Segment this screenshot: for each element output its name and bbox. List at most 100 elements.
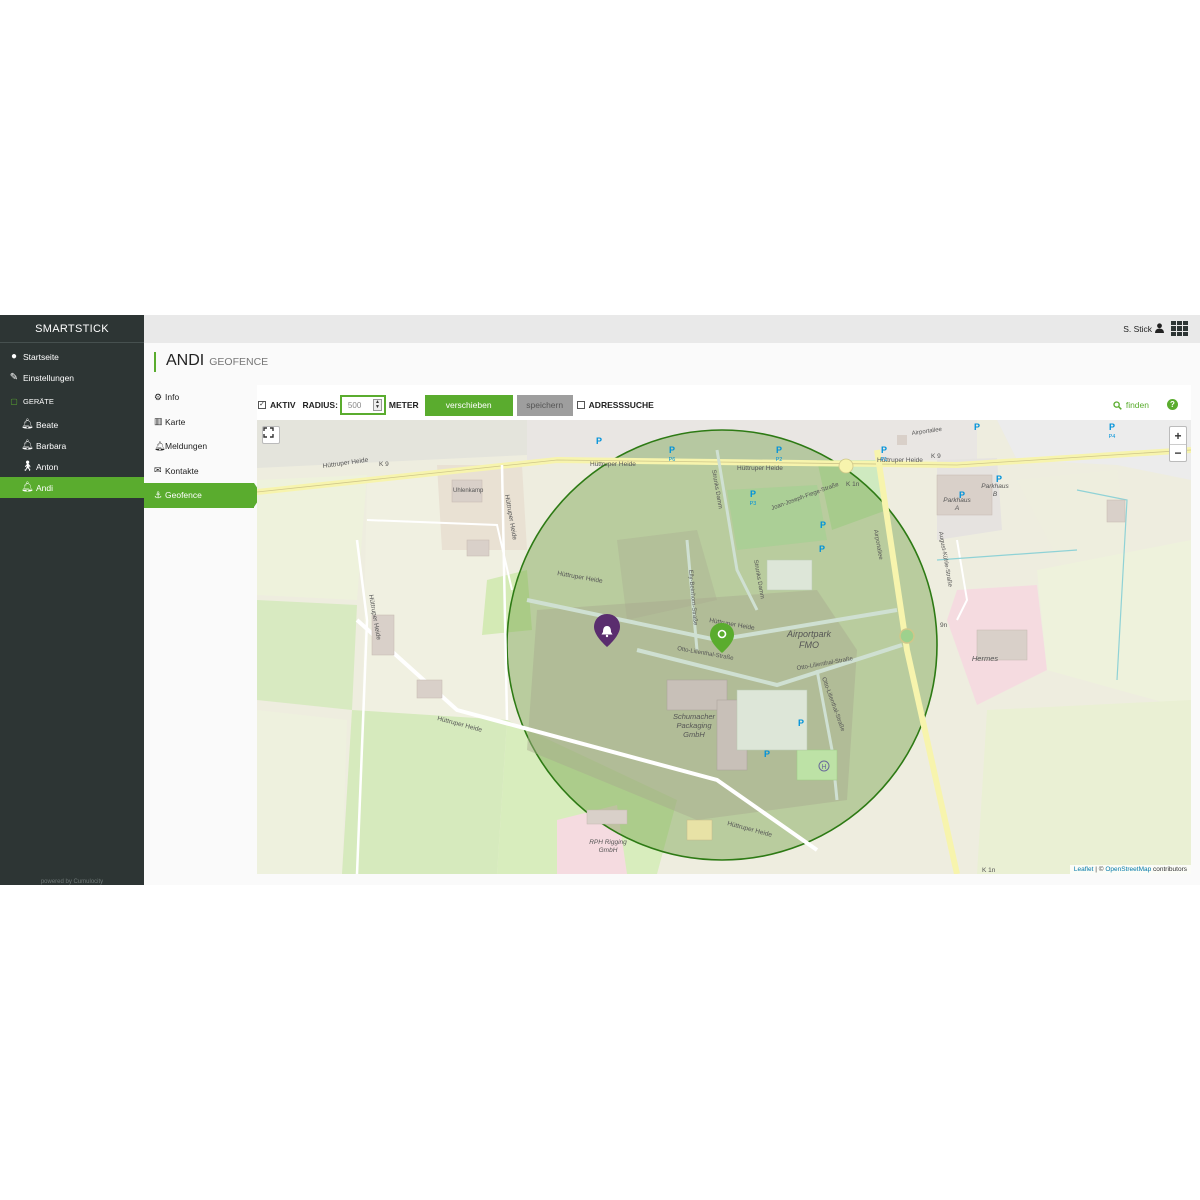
map-label: 9n xyxy=(940,622,948,629)
map-label: P2 xyxy=(776,457,783,463)
bell-icon: 🔔︎ xyxy=(154,440,166,451)
parking-icon: P xyxy=(669,445,675,455)
zoom-in-button[interactable]: + xyxy=(1170,427,1186,444)
sidebar-item-andi[interactable]: 🔔︎ Andi xyxy=(0,477,152,498)
attribution-separator: | © xyxy=(1093,866,1106,873)
tab-label: Kontakte xyxy=(165,465,199,476)
map-label: GmbH xyxy=(599,847,618,854)
tab-karte[interactable]: ▥ Karte xyxy=(144,410,254,435)
sidebar-item-barbara[interactable]: 🔔︎ Barbara xyxy=(0,435,144,456)
parking-icon: P xyxy=(974,422,980,432)
leaflet-link[interactable]: Leaflet xyxy=(1074,866,1094,873)
find-link[interactable]: finden xyxy=(1113,400,1149,410)
map-label: Packaging xyxy=(676,721,712,730)
radius-label: RADIUS: xyxy=(302,400,338,410)
envelope-icon: ✉ xyxy=(154,465,162,476)
parking-icon: P xyxy=(819,544,825,554)
tab-meldungen[interactable]: 🔔︎ Meldungen xyxy=(144,434,254,459)
parking-icon: P xyxy=(764,749,770,759)
map-label: Hüttruper Heide xyxy=(737,465,783,472)
tab-label: Meldungen xyxy=(165,441,208,452)
map-label: K 9 xyxy=(931,453,941,460)
helipad-icon: H xyxy=(821,764,826,771)
zoom-out-button[interactable]: − xyxy=(1170,444,1186,461)
fullscreen-icon[interactable] xyxy=(262,426,280,444)
app-window: SMARTSTICK ● Startseite ✎ Einstellungen … xyxy=(0,315,1200,885)
active-label: AKTIV xyxy=(270,400,296,410)
parking-icon: P xyxy=(996,474,1002,484)
anchor-icon: ⚓︎ xyxy=(154,489,163,500)
sidebar-item-startseite[interactable]: ● Startseite xyxy=(0,346,144,367)
active-checkbox[interactable]: ✓ xyxy=(258,401,266,409)
sidebar-item-einstellungen[interactable]: ✎ Einstellungen xyxy=(0,367,144,388)
tab-kontakte[interactable]: ✉ Kontakte xyxy=(144,459,254,484)
map-label: K 1n xyxy=(982,867,996,874)
map-label: P4 xyxy=(1109,434,1116,440)
map-label: FMO xyxy=(799,640,819,650)
parking-icon: P xyxy=(820,520,826,530)
sidebar-section-geraete[interactable]: ▢ GERÄTE xyxy=(0,388,144,414)
osm-link[interactable]: OpenStreetMap xyxy=(1105,866,1151,873)
page-title-device: ANDI xyxy=(166,352,205,369)
map-label: K 9 xyxy=(379,461,389,468)
zoom-control: + − xyxy=(1169,426,1187,462)
map-label: RPH Rigging xyxy=(589,839,627,846)
map-label: Hermes xyxy=(972,654,999,663)
parking-icon: P xyxy=(596,436,602,446)
page-title: ANDI GEOFENCE xyxy=(154,352,268,372)
map-label: Parkhaus xyxy=(981,483,1009,490)
sidebar-item-label: Andi xyxy=(36,482,54,493)
square-icon: ▢ xyxy=(10,396,18,406)
find-label: finden xyxy=(1125,400,1149,410)
sidebar: SMARTSTICK ● Startseite ✎ Einstellungen … xyxy=(0,315,152,885)
address-search-label: ADRESSSUCHE xyxy=(588,400,654,410)
top-bar: S. Stick xyxy=(144,315,1200,343)
map-attribution: Leaflet | © OpenStreetMap contributors xyxy=(1069,865,1191,874)
bell-icon: 🔔︎ xyxy=(21,482,34,493)
tab-info[interactable]: ⚙ Info xyxy=(144,385,254,410)
main-content: ANDI GEOFENCE ⚙ Info ▥ Karte 🔔︎ Meldunge… xyxy=(144,343,1200,885)
help-icon[interactable]: ? xyxy=(1167,399,1178,410)
map-label: P3 xyxy=(750,501,757,507)
radius-spinner[interactable]: ▲ ▼ xyxy=(372,399,382,411)
tab-label: Info xyxy=(165,392,180,403)
app-grid-icon[interactable] xyxy=(1171,321,1188,336)
parking-icon: P xyxy=(1109,422,1115,432)
globe-icon: ● xyxy=(10,351,18,362)
map-label: Airportpark xyxy=(786,629,832,639)
map-label: B xyxy=(993,491,998,498)
move-button[interactable]: verschieben xyxy=(424,394,513,416)
parking-icon: P xyxy=(798,718,804,728)
sidebar-item-anton[interactable]: 🚶︎ Anton xyxy=(0,456,144,477)
page-subtitle: GEOFENCE xyxy=(209,356,269,368)
unit-label: METER xyxy=(388,400,419,410)
sidebar-item-beate[interactable]: 🔔︎ Beate xyxy=(0,414,144,435)
parking-icon: P xyxy=(881,445,887,455)
address-search-checkbox[interactable] xyxy=(576,401,585,409)
user-icon xyxy=(1155,322,1164,336)
brand-logo: SMARTSTICK xyxy=(0,315,144,343)
map-label: Uhlenkamp xyxy=(453,488,484,494)
user-menu[interactable]: S. Stick xyxy=(1123,315,1164,343)
map-label: P1 xyxy=(881,457,888,463)
save-button[interactable]: speichern xyxy=(516,394,573,416)
device-subnav: ⚙ Info ▥ Karte 🔔︎ Meldungen ✉ Kontakte ⚓… xyxy=(144,385,262,508)
map-label: P6 xyxy=(669,457,676,463)
parking-icon: P xyxy=(959,490,965,500)
gear-icon: ⚙ xyxy=(154,391,163,402)
geofence-map[interactable]: Hüttruper Heide Hüttruper Heide Hüttrupe… xyxy=(257,420,1191,874)
geofence-toolbar: ✓ AKTIV RADIUS: ▲▼ METER verschieben spe… xyxy=(257,394,1191,416)
tab-geofence[interactable]: ⚓︎ Geofence xyxy=(144,483,262,508)
sidebar-item-label: Startseite xyxy=(23,351,59,362)
sidebar-section-label: GERÄTE xyxy=(23,396,54,406)
powered-by-text: powered by Cumulocity xyxy=(40,879,104,885)
map-label: K 1n xyxy=(846,481,860,488)
tab-label: Karte xyxy=(165,416,186,427)
map-label: Hüttruper Heide xyxy=(590,461,636,468)
sidebar-item-label: Anton xyxy=(36,461,59,472)
map-icon: ▥ xyxy=(154,416,163,427)
wrench-icon: ✎ xyxy=(9,372,19,383)
user-name: S. Stick xyxy=(1123,324,1152,334)
attribution-rest: contributors xyxy=(1151,866,1187,873)
walker-icon: 🚶︎ xyxy=(21,461,34,472)
